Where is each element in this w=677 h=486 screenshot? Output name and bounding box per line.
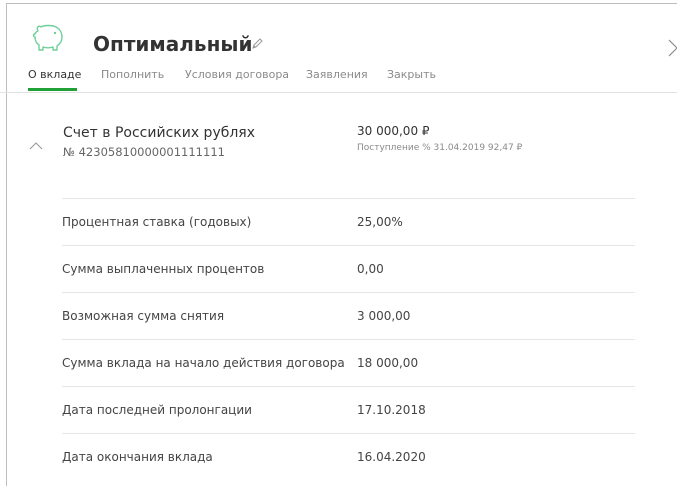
tab-bar: О вкладе Пополнить Условия договора Заяв… <box>0 60 677 93</box>
account-number: № 42305810000001111111 <box>63 145 225 159</box>
close-icon[interactable] <box>667 38 677 58</box>
tab-contract-terms[interactable]: Условия договора <box>185 68 289 82</box>
panel-header: Оптимальный <box>18 14 677 60</box>
tab-close-deposit[interactable]: Закрыть <box>387 68 436 82</box>
detail-row-end-date: Дата окончания вклада 16.04.2020 <box>62 433 635 480</box>
piggy-bank-icon <box>32 22 66 52</box>
detail-label: Сумма вклада на начало действия договора <box>62 356 345 370</box>
detail-value: 3 000,00 <box>357 309 411 323</box>
detail-label: Возможная сумма снятия <box>62 309 225 323</box>
detail-label: Дата окончания вклада <box>62 450 213 464</box>
detail-row-initial-amount: Сумма вклада на начало действия договора… <box>62 339 635 386</box>
deposit-details: Процентная ставка (годовых) 25,00% Сумма… <box>62 198 635 480</box>
detail-label: Процентная ставка (годовых) <box>62 215 252 229</box>
detail-value: 0,00 <box>357 262 384 276</box>
account-balance: 30 000,00 ₽ <box>357 124 430 138</box>
detail-row-paid-interest: Сумма выплаченных процентов 0,00 <box>62 245 635 292</box>
deposit-panel: Оптимальный О вкладе Пополнить Условия д… <box>0 0 677 486</box>
detail-value: 16.04.2020 <box>357 450 426 464</box>
account-summary: Счет в Российских рублях № 4230581000000… <box>0 120 677 180</box>
account-name: Счет в Российских рублях <box>63 125 256 141</box>
detail-row-interest-rate: Процентная ставка (годовых) 25,00% <box>62 198 635 245</box>
detail-label: Дата последней пролонгации <box>62 403 252 417</box>
frame-border-top <box>6 3 677 4</box>
active-tab-indicator <box>28 88 77 91</box>
detail-value: 17.10.2018 <box>357 403 426 417</box>
tab-about-deposit[interactable]: О вкладе <box>28 68 81 82</box>
interest-income: Поступление % 31.04.2019 92,47 ₽ <box>357 143 523 153</box>
tab-top-up[interactable]: Пополнить <box>101 68 164 82</box>
detail-row-withdrawable: Возможная сумма снятия 3 000,00 <box>62 292 635 339</box>
pencil-icon[interactable] <box>250 36 264 50</box>
detail-label: Сумма выплаченных процентов <box>62 262 265 276</box>
page-title: Оптимальный <box>93 32 253 56</box>
detail-value: 18 000,00 <box>357 356 419 370</box>
tab-applications[interactable]: Заявления <box>306 68 368 82</box>
detail-row-last-prolongation: Дата последней пролонгации 17.10.2018 <box>62 386 635 433</box>
chevron-up-icon[interactable] <box>29 136 43 150</box>
detail-value: 25,00% <box>357 215 403 229</box>
